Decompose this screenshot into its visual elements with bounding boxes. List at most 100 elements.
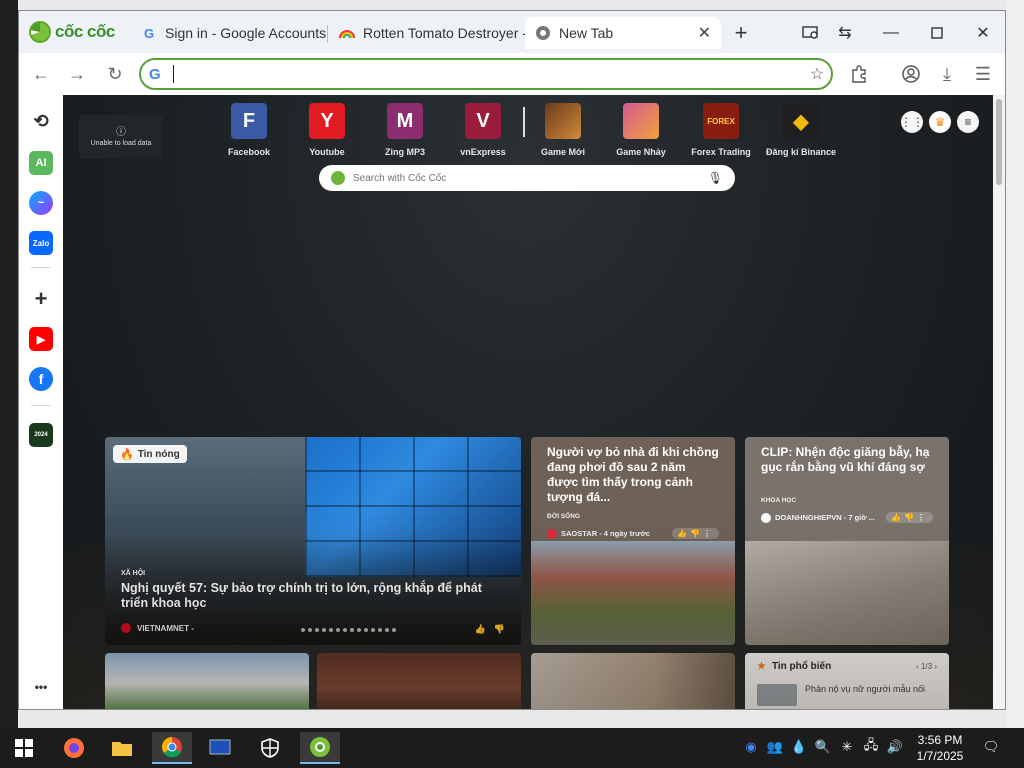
shortcut-label: Game Mới — [541, 147, 585, 157]
thumbs-down-icon[interactable]: 👎 — [494, 624, 505, 635]
shortcut-zing-mp3[interactable]: M Zing MP3 — [367, 103, 443, 157]
news-card[interactable] — [531, 653, 735, 709]
start-button[interactable] — [4, 732, 44, 764]
sidebar-divider — [31, 267, 51, 268]
tab-new-tab[interactable]: New Tab ✕ — [525, 17, 721, 49]
facebook-icon[interactable]: f — [29, 367, 53, 391]
news-card[interactable]: CLIP: Nhện độc giăng bẫy, hạ gục rắn bằn… — [745, 437, 949, 645]
news-title[interactable]: CLIP: Nhện độc giăng bẫy, hạ gục rắn bằn… — [761, 445, 933, 475]
droplet-tray-icon[interactable]: 💧 — [790, 738, 808, 756]
coccoc-brand[interactable]: cốc cốc — [29, 20, 115, 44]
close-window-button[interactable]: ✕ — [971, 21, 995, 45]
news-card[interactable] — [317, 653, 521, 709]
address-input[interactable] — [176, 66, 803, 82]
system-clock[interactable]: 3:56 PM 1/7/2025 — [910, 732, 970, 764]
thumbs-up-icon[interactable]: 👍 — [475, 624, 486, 635]
more-icon[interactable]: ••• — [29, 675, 53, 699]
news-title[interactable]: Người vợ bỏ nhà đi khi chồng đang phơi đ… — [547, 445, 719, 505]
shortcut-label: Facebook — [227, 147, 270, 157]
news-card[interactable]: Người vợ bỏ nhà đi khi chồng đang phơi đ… — [531, 437, 735, 645]
firefox-icon[interactable] — [54, 732, 94, 764]
reaction-buttons[interactable]: 👍👎⋮ — [672, 528, 719, 539]
load-error-text: Unable to load data — [90, 140, 152, 147]
ntp-search-input[interactable] — [353, 172, 708, 184]
close-tab-icon[interactable]: ✕ — [698, 23, 711, 43]
add-sidebar-app-icon[interactable]: + — [29, 286, 53, 311]
browser-window: cốc cốc G Sign in - Google Accounts Rott… — [18, 10, 1006, 710]
shortcut-forex-trading[interactable]: FOREX Forex Trading — [683, 103, 759, 157]
coccoc-taskbar-icon[interactable] — [300, 732, 340, 764]
shortcut-label: vnExpress — [460, 147, 506, 157]
minimize-button[interactable]: — — [879, 21, 903, 45]
tab-strip: cốc cốc G Sign in - Google Accounts Rott… — [19, 11, 1005, 53]
tab-switch-icon[interactable]: ⇆ — [833, 21, 857, 45]
featured-news-card[interactable]: 🔥 Tin nóng XÃ HỘI Nghị quyết 57: Sự bảo … — [105, 437, 521, 645]
load-error-widget: ⓘ Unable to load data — [79, 115, 163, 159]
back-button[interactable]: ← — [29, 62, 53, 86]
news-title[interactable]: Nghị quyết 57: Sự bảo trợ chính trị to l… — [121, 581, 505, 611]
history-icon[interactable]: ⟲ — [29, 109, 53, 133]
news-source-row: SAOSTAR - 4 ngày trước 👍👎⋮ — [547, 528, 719, 539]
extensions-icon[interactable] — [847, 62, 871, 86]
calendar-2024-icon[interactable]: 2024 — [29, 423, 53, 447]
reaction-buttons[interactable]: 👍👎⋮ — [886, 512, 933, 523]
ntp-search-box[interactable]: 🎙 — [319, 165, 735, 191]
shortcut-binance[interactable]: ◆ Đăng kí Binance — [763, 103, 839, 157]
zalo-icon[interactable]: Zalo — [29, 231, 53, 255]
customize-icon[interactable]: ≡ — [957, 111, 979, 133]
microphone-icon[interactable]: 🎙 — [708, 171, 723, 185]
news-source-row: DOANHNGHIEPVN - 7 giờ ... 👍👎⋮ — [761, 512, 933, 523]
carousel-dots[interactable] — [301, 628, 396, 632]
volume-tray-icon[interactable]: 🔊 — [886, 738, 904, 756]
menu-icon[interactable]: ☰ — [971, 62, 995, 86]
tab-google-accounts[interactable]: G Sign in - Google Accounts — [131, 17, 327, 49]
shortcut-game-nhay[interactable]: Game Nhảy — [603, 103, 679, 157]
news-image — [745, 541, 949, 645]
profile-icon[interactable] — [899, 62, 923, 86]
youtube-shortcut-icon: Y — [309, 103, 345, 139]
new-tab-page: ⓘ Unable to load data F Facebook Y Youtu… — [63, 95, 993, 709]
shortcut-facebook[interactable]: F Facebook — [211, 103, 287, 157]
maximize-button[interactable] — [925, 21, 949, 45]
tab-title: New Tab — [559, 25, 614, 41]
popular-pager[interactable]: ‹ 1/3 › — [916, 662, 937, 671]
search-tray-icon[interactable]: 🔍 — [814, 738, 832, 756]
tab-rotten-tomato[interactable]: Rotten Tomato Destroyer - — [329, 17, 525, 49]
tab-title: Sign in - Google Accounts — [165, 25, 327, 41]
shortcut-game-moi[interactable]: Game Mới — [525, 103, 601, 157]
crown-icon[interactable]: ♛ — [929, 111, 951, 133]
news-card[interactable] — [105, 653, 309, 709]
file-explorer-icon[interactable] — [102, 732, 142, 764]
page-scrollbar[interactable] — [993, 95, 1005, 709]
shortcut-youtube[interactable]: Y Youtube — [289, 103, 365, 157]
remote-desktop-icon[interactable] — [200, 732, 240, 764]
sidebar-divider — [31, 405, 51, 406]
scrollbar-thumb[interactable] — [996, 99, 1002, 185]
shortcut-vnexpress[interactable]: V vnExpress — [445, 103, 521, 157]
apps-grid-icon[interactable]: ⋮⋮ — [900, 111, 924, 133]
network-tray-icon[interactable]: 🖧 — [862, 737, 880, 756]
chrome-icon[interactable] — [152, 732, 192, 764]
forward-button[interactable]: → — [65, 62, 89, 86]
popular-item-title: Phản nộ vụ nữ người mẫu nối — [805, 684, 926, 694]
bookmark-star-icon[interactable]: ☆ — [803, 64, 831, 84]
search-tabs-icon[interactable] — [799, 21, 823, 45]
clock-date: 1/7/2025 — [916, 749, 964, 763]
chrome-tray-icon[interactable]: ◉ — [742, 738, 760, 756]
sync-tray-icon[interactable]: ✳ — [838, 738, 856, 756]
reload-button[interactable]: ↻ — [103, 62, 127, 86]
tab-title: Rotten Tomato Destroyer - — [363, 25, 525, 41]
news-card-header: Người vợ bỏ nhà đi khi chồng đang phơi đ… — [531, 437, 735, 541]
download-icon[interactable]: ⤓ — [935, 62, 959, 86]
security-shield-icon[interactable] — [250, 732, 290, 764]
clock-time: 3:56 PM — [917, 733, 963, 747]
new-tab-button[interactable]: + — [729, 20, 753, 45]
youtube-icon[interactable]: ▶ — [29, 327, 53, 351]
messenger-icon[interactable]: ~ — [29, 191, 53, 215]
ai-assistant-icon[interactable]: AI — [29, 151, 53, 175]
notifications-icon[interactable]: 🗨 — [982, 738, 1000, 756]
shortcut-label: Game Nhảy — [616, 147, 666, 157]
address-bar[interactable]: G ☆ — [139, 58, 833, 90]
popular-news-item[interactable]: Phản nộ vụ nữ người mẫu nối — [757, 684, 937, 706]
people-tray-icon[interactable]: 👥 — [766, 738, 784, 756]
